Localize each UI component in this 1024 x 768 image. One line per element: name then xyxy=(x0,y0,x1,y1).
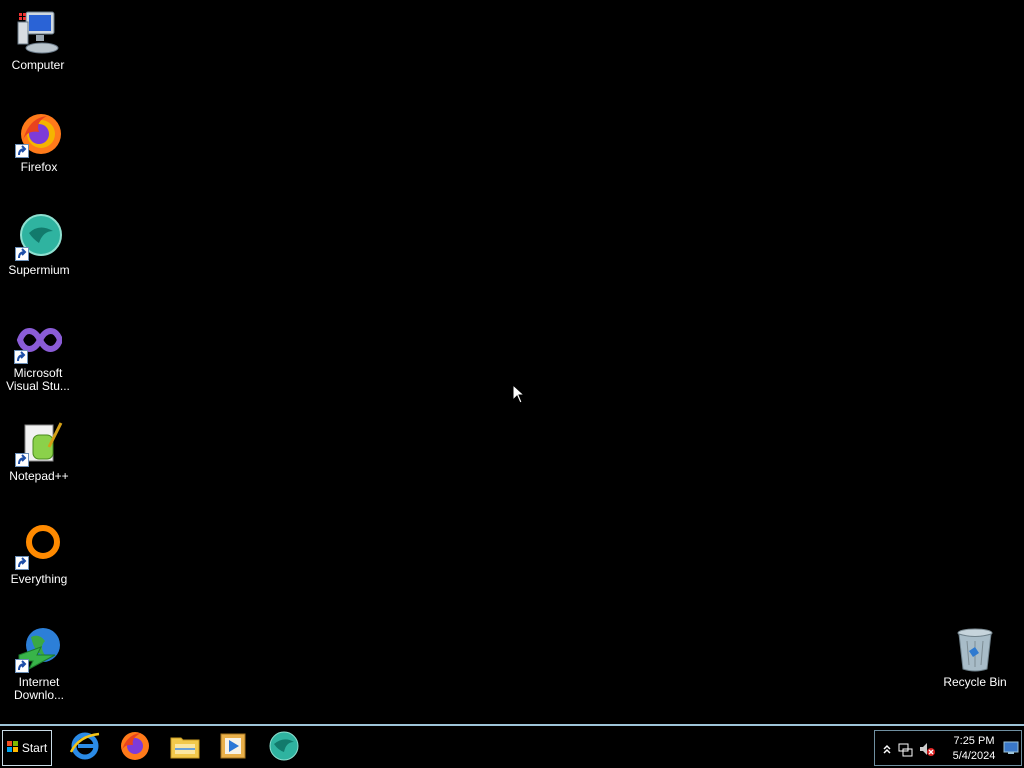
desktop-icon-label: Notepad++ xyxy=(9,469,69,483)
supermium-icon xyxy=(15,213,63,261)
taskbar-firefox-button[interactable] xyxy=(117,730,153,766)
desktop-icon-label: Microsoft Visual Stu... xyxy=(6,366,70,393)
shortcut-arrow-icon xyxy=(15,453,29,467)
internet-explorer-icon xyxy=(69,730,101,767)
desktop-icon-label: Computer xyxy=(11,58,65,72)
desktop-icon-visual-studio[interactable]: Microsoft Visual Stu... xyxy=(2,316,74,393)
desktop-icon-everything[interactable]: Everything xyxy=(3,522,75,586)
desktop-icon-firefox[interactable]: Firefox xyxy=(3,110,75,174)
internet-download-manager-icon xyxy=(15,625,63,673)
start-label: Start xyxy=(21,741,48,755)
visual-studio-icon xyxy=(14,316,64,364)
desktop-icon-internet-download-manager[interactable]: Internet Downlo... xyxy=(3,625,75,702)
computer-icon xyxy=(14,8,62,56)
taskbar-supermium-button[interactable] xyxy=(266,730,302,766)
desktop: Computer Firefox Supermium Microsoft Vis… xyxy=(0,0,1024,724)
shortcut-arrow-icon xyxy=(15,659,29,673)
media-player-icon xyxy=(217,730,249,767)
firefox-icon xyxy=(15,110,63,158)
desktop-icon-notepad-plus-plus[interactable]: Notepad++ xyxy=(3,419,75,483)
show-desktop-icon[interactable] xyxy=(1003,741,1019,755)
shortcut-arrow-icon xyxy=(14,350,28,364)
volume-muted-icon[interactable] xyxy=(919,741,935,757)
windows-logo-icon xyxy=(6,740,19,756)
start-button[interactable]: Start xyxy=(2,730,52,766)
shortcut-arrow-icon xyxy=(15,556,29,570)
taskbar: Start 7:25 PM 5/4/2024 xyxy=(0,724,1024,768)
notepad-plus-plus-icon xyxy=(15,419,63,467)
recycle-bin-icon xyxy=(951,625,999,673)
desktop-icon-computer[interactable]: Computer xyxy=(2,8,74,72)
taskbar-internet-explorer-button[interactable] xyxy=(67,730,103,766)
desktop-icon-label: Internet Downlo... xyxy=(13,675,65,702)
desktop-icon-label: Firefox xyxy=(20,160,58,174)
clock-time: 7:25 PM xyxy=(953,735,995,747)
network-icon[interactable] xyxy=(897,741,913,757)
desktop-icon-label: Recycle Bin xyxy=(943,675,1007,689)
taskbar-media-player-button[interactable] xyxy=(215,730,251,766)
file-explorer-icon xyxy=(169,730,201,767)
clock[interactable]: 7:25 PM 5/4/2024 xyxy=(947,734,1001,764)
desktop-icon-supermium[interactable]: Supermium xyxy=(3,213,75,277)
shortcut-arrow-icon xyxy=(15,144,29,158)
mouse-cursor-icon xyxy=(512,383,526,409)
desktop-icon-recycle-bin[interactable]: Recycle Bin xyxy=(938,625,1012,689)
shortcut-arrow-icon xyxy=(15,247,29,261)
desktop-icon-label: Supermium xyxy=(8,263,70,277)
clock-date: 5/4/2024 xyxy=(952,750,996,762)
system-tray: 7:25 PM 5/4/2024 xyxy=(874,730,1022,766)
everything-icon xyxy=(15,522,63,570)
taskbar-file-explorer-button[interactable] xyxy=(167,730,203,766)
show-hidden-icons-chevron-up-icon[interactable] xyxy=(879,741,895,757)
firefox-icon xyxy=(119,730,151,767)
desktop-icon-label: Everything xyxy=(10,572,68,586)
supermium-icon xyxy=(268,730,300,767)
